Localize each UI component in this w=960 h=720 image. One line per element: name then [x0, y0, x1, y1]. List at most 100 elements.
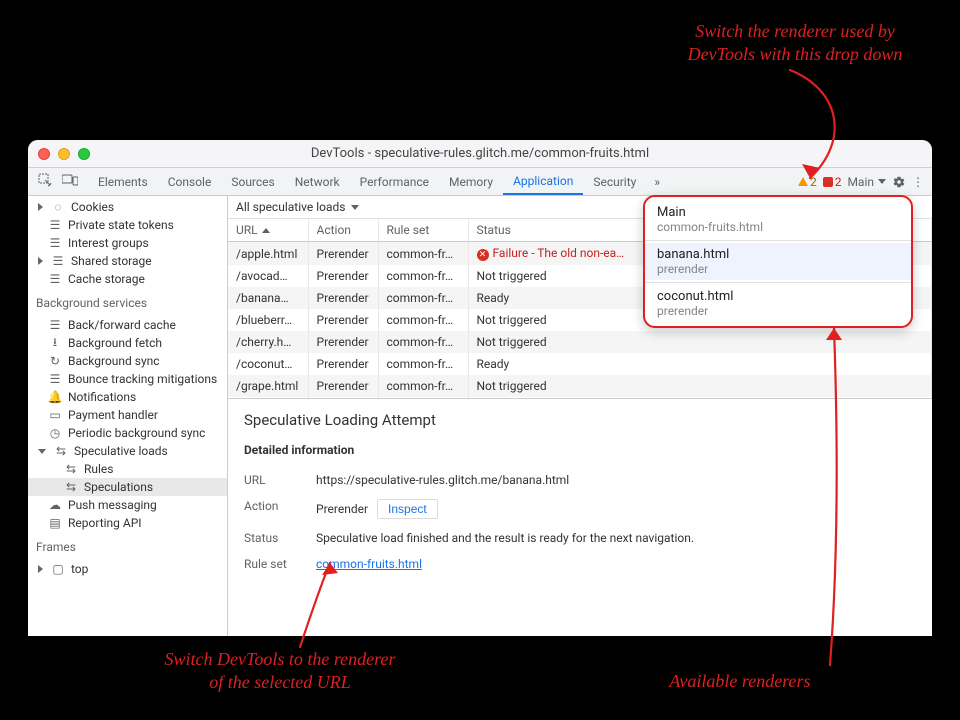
kebab-menu-icon[interactable]: ⋮ — [912, 175, 924, 189]
errors-badge[interactable]: 2 — [823, 175, 842, 189]
report-icon: ▤ — [48, 516, 62, 530]
warnings-badge[interactable]: 2 — [798, 175, 817, 189]
cell-url: /avocad… — [228, 265, 308, 287]
inspect-button[interactable]: Inspect — [377, 499, 438, 519]
detail-ruleset-label: Rule set — [244, 557, 304, 571]
maximize-window-icon[interactable] — [78, 148, 90, 160]
sidebar-item-speculations[interactable]: ⇆Speculations — [28, 478, 227, 496]
card-icon: ▭ — [48, 408, 62, 422]
tab-memory[interactable]: Memory — [439, 168, 503, 195]
cell-action: Prerender — [308, 265, 378, 287]
sidebar-item-notifications[interactable]: 🔔Notifications — [28, 388, 227, 406]
database-icon: ☰ — [48, 372, 62, 386]
database-icon: ☰ — [48, 272, 62, 286]
download-icon: ⭳ — [48, 336, 62, 350]
application-sidebar[interactable]: ◌Cookies ☰Private state tokens ☰Interest… — [28, 196, 228, 636]
col-url[interactable]: URL — [228, 219, 308, 242]
cell-status: Ready — [468, 353, 932, 375]
database-icon: ☰ — [48, 318, 62, 332]
sidebar-item-periodic-sync[interactable]: ◷Periodic background sync — [28, 424, 227, 442]
renderer-selector[interactable]: Main — [847, 175, 886, 189]
sidebar-item-background-sync[interactable]: ↻Background sync — [28, 352, 227, 370]
sidebar-item-shared-storage[interactable]: ☰Shared storage — [28, 252, 227, 270]
filter-label: All speculative loads — [236, 200, 345, 214]
titlebar: DevTools - speculative-rules.glitch.me/c… — [28, 140, 932, 168]
cell-ruleset: common-fr… — [378, 287, 468, 309]
sync-icon: ↻ — [48, 354, 62, 368]
cell-status: Not triggered — [468, 331, 932, 353]
inspect-element-icon[interactable] — [38, 173, 52, 190]
minimize-window-icon[interactable] — [58, 148, 70, 160]
chevron-down-icon — [351, 205, 359, 210]
cell-action: Prerender — [308, 287, 378, 309]
sidebar-item-cache-storage[interactable]: ☰Cache storage — [28, 270, 227, 288]
table-row[interactable]: /grape.htmlPrerendercommon-fr…Not trigge… — [228, 375, 932, 397]
cell-url: /grape.html — [228, 375, 308, 397]
cell-action: Prerender — [308, 309, 378, 331]
sidebar-item-push-messaging[interactable]: ☁Push messaging — [28, 496, 227, 514]
cell-action: Prerender — [308, 353, 378, 375]
detail-status-value: Speculative load finished and the result… — [316, 531, 916, 545]
sidebar-item-top-frame[interactable]: ▢top — [28, 560, 227, 578]
frame-icon: ▢ — [51, 562, 65, 576]
renderer-selector-label: Main — [847, 175, 874, 189]
tab-application[interactable]: Application — [503, 168, 583, 195]
tab-elements[interactable]: Elements — [88, 168, 158, 195]
detail-status-label: Status — [244, 531, 304, 545]
sidebar-item-private-state-tokens[interactable]: ☰Private state tokens — [28, 216, 227, 234]
tab-console[interactable]: Console — [158, 168, 222, 195]
error-icon — [823, 177, 833, 187]
sidebar-item-bounce-tracking[interactable]: ☰Bounce tracking mitigations — [28, 370, 227, 388]
window-title: DevTools - speculative-rules.glitch.me/c… — [28, 146, 932, 161]
sidebar-item-cookies[interactable]: ◌Cookies — [28, 198, 227, 216]
traffic-lights — [38, 148, 90, 160]
annotation-bottom-right: Available renderers — [640, 670, 840, 693]
renderer-option-banana[interactable]: banana.html prerender — [645, 243, 911, 280]
tab-performance[interactable]: Performance — [350, 168, 439, 195]
settings-icon[interactable] — [892, 175, 906, 189]
cell-status: Not triggered — [468, 375, 932, 397]
swap-icon: ⇆ — [64, 462, 78, 476]
cell-url: /banana… — [228, 287, 308, 309]
cell-ruleset: common-fr… — [378, 309, 468, 331]
detail-url-label: URL — [244, 473, 304, 487]
renderer-option-main[interactable]: Main common-fruits.html — [645, 201, 911, 238]
tabs-overflow[interactable]: » — [646, 168, 668, 195]
cell-url: /cherry.h… — [228, 331, 308, 353]
sidebar-item-payment-handler[interactable]: ▭Payment handler — [28, 406, 227, 424]
tab-security[interactable]: Security — [583, 168, 646, 195]
sidebar-item-speculative-loads[interactable]: ⇆Speculative loads — [28, 442, 227, 460]
warning-icon — [798, 177, 808, 186]
sidebar-item-interest-groups[interactable]: ☰Interest groups — [28, 234, 227, 252]
col-action[interactable]: Action — [308, 219, 378, 242]
cell-url: /coconut… — [228, 353, 308, 375]
detail-ruleset-link[interactable]: common-fruits.html — [316, 557, 422, 571]
table-row[interactable]: /coconut…Prerendercommon-fr…Ready — [228, 353, 932, 375]
cell-ruleset: common-fr… — [378, 265, 468, 287]
renderer-option-coconut[interactable]: coconut.html prerender — [645, 285, 911, 322]
tab-network[interactable]: Network — [285, 168, 350, 195]
table-row[interactable]: /cherry.h…Prerendercommon-fr…Not trigger… — [228, 331, 932, 353]
col-ruleset[interactable]: Rule set — [378, 219, 468, 242]
error-icon: ✕ — [477, 249, 489, 261]
swap-icon: ⇆ — [64, 480, 78, 494]
device-toolbar-icon[interactable] — [62, 174, 78, 189]
cell-url: /blueberr… — [228, 309, 308, 331]
sidebar-item-reporting-api[interactable]: ▤Reporting API — [28, 514, 227, 532]
annotation-bottom-left: Switch DevTools to the renderer of the s… — [160, 648, 400, 695]
cell-ruleset: common-fr… — [378, 353, 468, 375]
detail-subheading: Detailed information — [244, 443, 916, 457]
renderer-dropdown[interactable]: Main common-fruits.html banana.html prer… — [643, 195, 913, 328]
sidebar-header-background-services: Background services — [28, 290, 227, 314]
detail-heading: Speculative Loading Attempt — [244, 411, 916, 429]
sidebar-item-background-fetch[interactable]: ⭳Background fetch — [28, 334, 227, 352]
close-window-icon[interactable] — [38, 148, 50, 160]
devtools-tabstrip: Elements Console Sources Network Perform… — [28, 168, 932, 196]
cell-action: Prerender — [308, 331, 378, 353]
sidebar-item-bfcache[interactable]: ☰Back/forward cache — [28, 316, 227, 334]
tab-sources[interactable]: Sources — [221, 168, 284, 195]
database-icon: ☰ — [48, 236, 62, 250]
sidebar-item-rules[interactable]: ⇆Rules — [28, 460, 227, 478]
cell-action: Prerender — [308, 375, 378, 397]
cell-ruleset: common-fr… — [378, 242, 468, 266]
